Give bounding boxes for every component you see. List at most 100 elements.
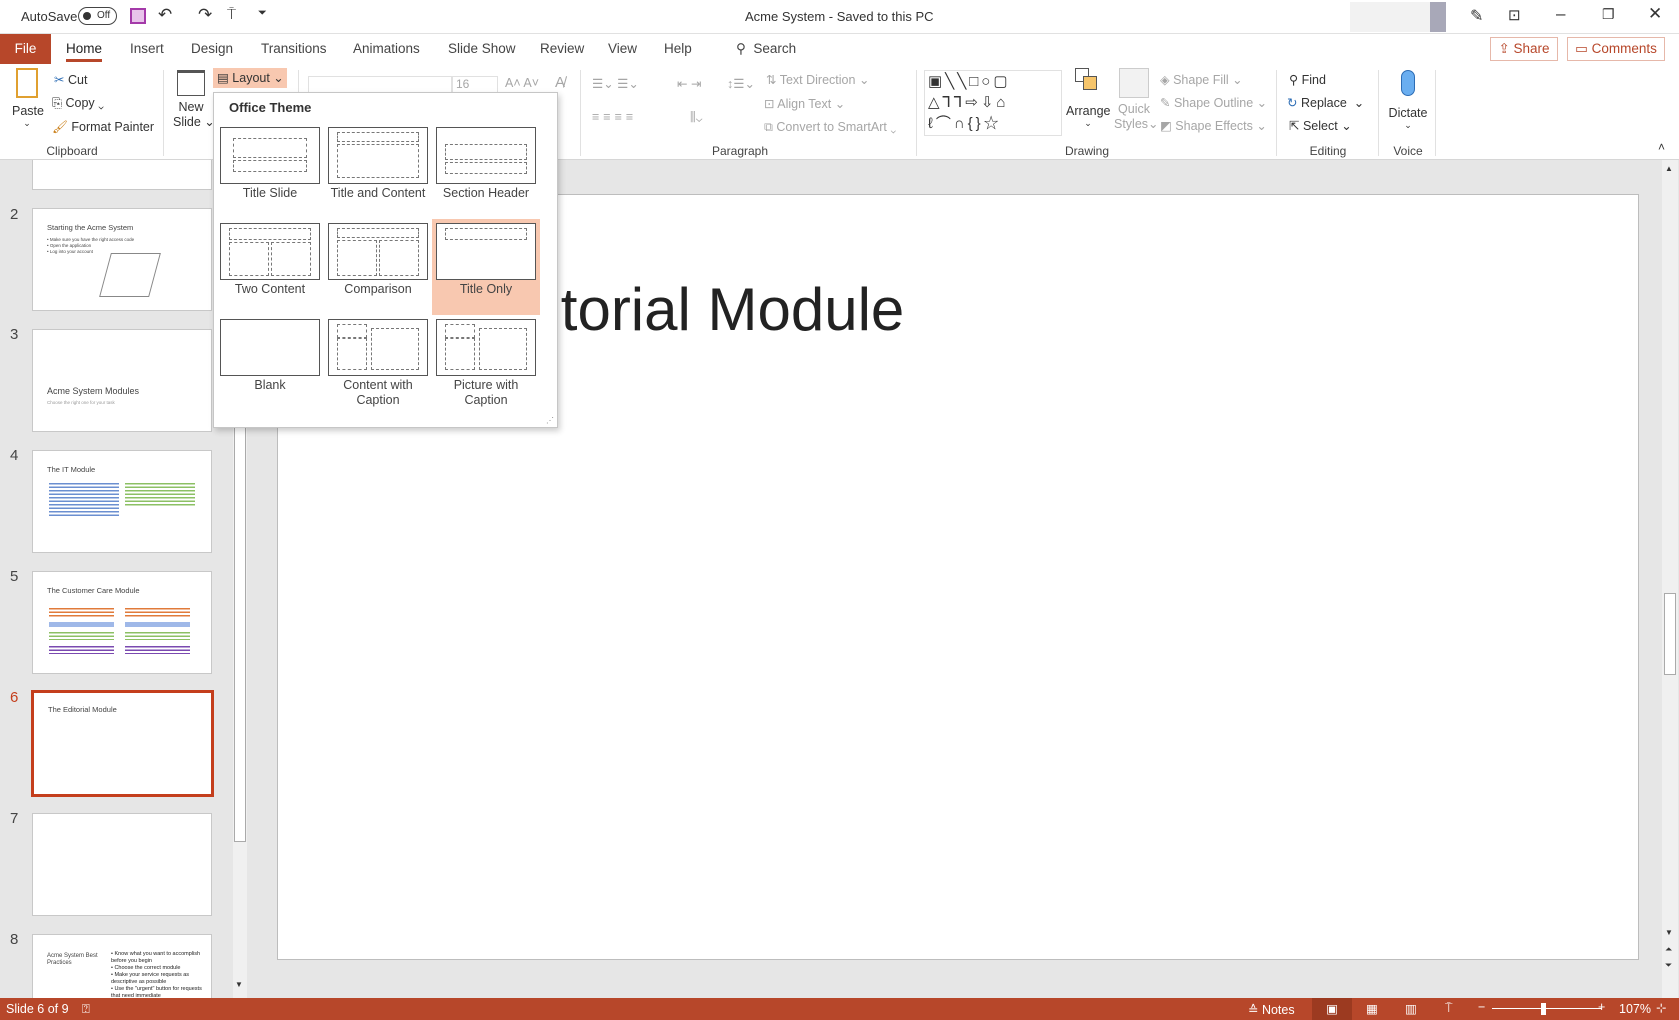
paste-button[interactable]: Paste ⌄ bbox=[12, 68, 44, 129]
fit-slide-icon[interactable]: ⊹ bbox=[1656, 1000, 1666, 1015]
close-icon[interactable]: ✕ bbox=[1648, 4, 1662, 24]
collapse-ribbon-icon[interactable]: ˄ bbox=[1658, 140, 1665, 154]
cut-button[interactable]: ✂ Cut bbox=[54, 72, 87, 87]
redo-icon[interactable]: ↷ bbox=[198, 5, 212, 25]
slideshow-icon[interactable]: ⍑ bbox=[1445, 1001, 1453, 1016]
tab-slide-show[interactable]: Slide Show bbox=[440, 34, 524, 64]
slide-thumbnail-2[interactable]: Starting the Acme System • Make sure you… bbox=[32, 208, 212, 311]
layout-section-header[interactable]: Section Header bbox=[432, 123, 540, 219]
tab-view[interactable]: View bbox=[600, 34, 645, 64]
scroll-up-icon[interactable]: ▲ bbox=[1665, 164, 1673, 173]
notes-button[interactable]: ≙ Notes bbox=[1248, 1002, 1295, 1017]
replace-button[interactable]: ↻ Replace ⌄ bbox=[1287, 95, 1364, 110]
find-button[interactable]: ⚲ Find bbox=[1289, 72, 1326, 87]
reading-view-icon[interactable]: ▥ bbox=[1405, 1001, 1417, 1016]
slide-thumbnail-7[interactable] bbox=[32, 813, 212, 916]
new-slide-button[interactable]: New Slide ⌄ bbox=[173, 70, 215, 129]
slide-thumbnail-5[interactable]: The Customer Care Module bbox=[32, 571, 212, 674]
next-slide-icon[interactable]: ⏷ bbox=[1665, 960, 1672, 971]
align-text-button[interactable]: ⊡ Align Text ⌄ bbox=[764, 96, 845, 111]
save-icon[interactable] bbox=[130, 8, 146, 24]
minimize-icon[interactable]: – bbox=[1556, 4, 1565, 24]
layout-button[interactable]: ▤ Layout ⌄ bbox=[213, 68, 287, 88]
convert-smartart-button[interactable]: ⧉ Convert to SmartArt ⌄ bbox=[764, 120, 896, 135]
title-bar: AutoSave Off ↶ ↷ ⍑ ⏷ Acme System - Saved… bbox=[0, 0, 1679, 34]
align-icons[interactable]: ≡≡≡≡ bbox=[592, 110, 637, 124]
layout-icon: ▤ bbox=[217, 71, 229, 85]
zoom-level[interactable]: 107% bbox=[1619, 1002, 1651, 1016]
dictate-button[interactable]: Dictate ⌄ bbox=[1386, 68, 1430, 131]
layout-title-only[interactable]: Title Only bbox=[432, 219, 540, 315]
scroll-down-icon[interactable]: ▼ bbox=[235, 980, 243, 989]
zoom-out-button[interactable]: − bbox=[1478, 1000, 1485, 1014]
zoom-slider[interactable] bbox=[1492, 1008, 1602, 1009]
tab-insert[interactable]: Insert bbox=[122, 34, 172, 64]
text-direction-button[interactable]: ⇅ Text Direction ⌄ bbox=[766, 72, 869, 87]
account-picture[interactable] bbox=[1430, 2, 1446, 32]
resize-grip-icon[interactable]: ⋰ bbox=[546, 416, 554, 425]
layout-title-slide[interactable]: Title Slide bbox=[216, 123, 324, 219]
search-box[interactable]: ⚲ Search bbox=[728, 34, 804, 64]
tab-help[interactable]: Help bbox=[656, 34, 700, 64]
tab-review[interactable]: Review bbox=[532, 34, 592, 64]
comment-icon: ▭ bbox=[1575, 41, 1588, 56]
select-button[interactable]: ⇱ Select ⌄ bbox=[1289, 118, 1352, 133]
shape-fill-button[interactable]: ◈ Shape Fill ⌄ bbox=[1160, 72, 1243, 87]
line-spacing-icon[interactable]: ↕☰⌄ bbox=[727, 76, 755, 91]
restore-icon[interactable]: ❐ bbox=[1602, 6, 1615, 23]
layout-two-content[interactable]: Two Content bbox=[216, 219, 324, 315]
indent-icons[interactable]: ⇤ ⇥ bbox=[677, 76, 701, 91]
columns-icon[interactable]: ⫼⌄ bbox=[690, 110, 703, 125]
undo-icon[interactable]: ↶ bbox=[158, 5, 172, 25]
slide-thumbnail-4[interactable]: The IT Module bbox=[32, 450, 212, 553]
drawing-group-label: Drawing bbox=[1064, 144, 1109, 158]
scroll-down-icon[interactable]: ▼ bbox=[1665, 928, 1673, 937]
paragraph-group-label: Paragraph bbox=[711, 144, 769, 158]
shape-effects-button[interactable]: ◩ Shape Effects ⌄ bbox=[1160, 118, 1267, 133]
accessibility-icon[interactable]: ⍰ bbox=[82, 1001, 90, 1017]
ribbon-display-icon[interactable]: ⊡ bbox=[1508, 6, 1521, 24]
previous-slide-icon[interactable]: ⏶ bbox=[1665, 944, 1672, 955]
tab-animations[interactable]: Animations bbox=[345, 34, 428, 64]
increase-font-icon[interactable]: A˄ A˅ bbox=[505, 76, 539, 90]
layout-comparison[interactable]: Comparison bbox=[324, 219, 432, 315]
slide-number: 5 bbox=[10, 568, 19, 585]
comments-button[interactable]: ▭ Comments bbox=[1567, 37, 1665, 61]
layout-title-and-content[interactable]: Title and Content bbox=[324, 123, 432, 219]
slide-number: 4 bbox=[10, 447, 19, 464]
format-painter-button[interactable]: 🖌 Format Painter bbox=[52, 120, 154, 135]
tab-transitions[interactable]: Transitions bbox=[253, 34, 335, 64]
designer-icon[interactable]: ✎ bbox=[1470, 6, 1483, 26]
layout-blank[interactable]: Blank bbox=[216, 315, 324, 411]
scrollbar-thumb[interactable] bbox=[1664, 593, 1676, 675]
autosave-toggle[interactable]: Off bbox=[78, 7, 117, 25]
bullets-icon[interactable]: ☰⌄ ☰⌄ bbox=[592, 76, 639, 91]
slide-thumbnail-1[interactable] bbox=[32, 160, 212, 190]
slide-thumbnail-8[interactable]: Acme System Best Practices • Know what y… bbox=[32, 934, 212, 998]
shape-outline-button[interactable]: ✎ Shape Outline ⌄ bbox=[1160, 95, 1267, 110]
normal-view-icon[interactable]: ▣ bbox=[1312, 998, 1352, 1020]
tab-home[interactable]: Home bbox=[58, 34, 110, 64]
shapes-gallery[interactable]: ▣╲╲□○▢ △⅂⅂⇨⇩⌂ ℓ⌒∩{}☆ bbox=[924, 70, 1062, 136]
slide-thumbnail-6[interactable]: The Editorial Module bbox=[31, 690, 214, 797]
copy-button[interactable]: ⎘ Copy ⌄ bbox=[52, 96, 104, 111]
clear-formatting-icon[interactable]: A̸ bbox=[555, 74, 565, 91]
account-avatar[interactable] bbox=[1350, 2, 1430, 32]
layout-content-with-caption[interactable]: Content with Caption bbox=[324, 315, 432, 411]
zoom-in-button[interactable]: + bbox=[1598, 1000, 1605, 1014]
quick-styles-button[interactable]: Quick Styles⌄ bbox=[1114, 68, 1159, 131]
arrange-button[interactable]: Arrange ⌄ bbox=[1066, 68, 1110, 129]
layout-picture-with-caption[interactable]: Picture with Caption bbox=[432, 315, 540, 411]
share-button[interactable]: ⇪ Share bbox=[1490, 37, 1558, 61]
tab-design[interactable]: Design bbox=[183, 34, 241, 64]
status-bar: Slide 6 of 9 ⍰ ≙ Notes ▣ ▦ ▥ ⍑ − + 107% … bbox=[0, 998, 1679, 1020]
tab-file[interactable]: File bbox=[0, 34, 51, 64]
customize-qat-icon[interactable]: ⏷ bbox=[258, 7, 267, 20]
slide-thumbnail-3[interactable]: Acme System Modules Choose the right one… bbox=[32, 329, 212, 432]
voice-group-label: Voice bbox=[1393, 144, 1423, 158]
slide-sorter-icon[interactable]: ▦ bbox=[1366, 1001, 1378, 1016]
editor-scrollbar[interactable]: ▲ ▼ ⏶ ⏷ bbox=[1662, 160, 1678, 998]
zoom-slider-thumb[interactable] bbox=[1541, 1003, 1546, 1015]
present-icon[interactable]: ⍑ bbox=[227, 6, 236, 23]
find-icon: ⚲ bbox=[1289, 73, 1299, 87]
